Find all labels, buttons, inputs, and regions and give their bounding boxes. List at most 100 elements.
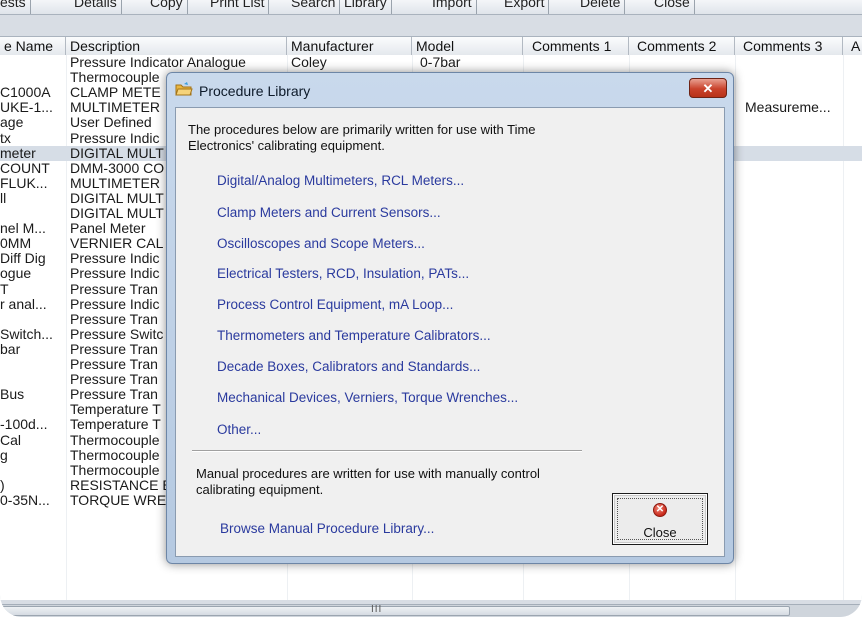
- col-header-name[interactable]: e Name: [0, 37, 66, 55]
- close-circle-icon: ✕: [653, 503, 667, 517]
- table-cell: [745, 206, 855, 221]
- table-cell: [745, 402, 855, 417]
- toolbar-export-button[interactable]: Export: [500, 0, 550, 14]
- table-cell: [745, 297, 855, 312]
- link-oscilloscopes[interactable]: Oscilloscopes and Scope Meters...: [217, 236, 425, 251]
- table-cell: meter: [0, 145, 36, 161]
- table-cell: [745, 191, 855, 206]
- table-cell: 0-7bar: [420, 55, 461, 70]
- dialog-title: Procedure Library: [199, 83, 311, 99]
- table-cell: tx: [0, 130, 11, 146]
- toolbar-delete-button[interactable]: Delete: [576, 0, 626, 14]
- table-cell: [0, 206, 62, 221]
- col-header-a[interactable]: A: [843, 37, 862, 55]
- table-header: e Name Description Manufacturer Model Co…: [0, 36, 862, 56]
- table-cell: [0, 55, 62, 70]
- col-header-comments-2[interactable]: Comments 2: [629, 37, 735, 55]
- toolbar-copy-button[interactable]: Copy: [146, 0, 188, 14]
- link-browse-manual-library[interactable]: Browse Manual Procedure Library...: [220, 521, 434, 536]
- table-cell: [745, 417, 855, 432]
- horizontal-scrollbar[interactable]: III: [0, 604, 862, 617]
- table-cell: [745, 115, 855, 130]
- col-header-manufacturer[interactable]: Manufacturer: [287, 37, 412, 55]
- link-thermometers[interactable]: Thermometers and Temperature Calibrators…: [217, 328, 491, 343]
- col-header-comments-3[interactable]: Comments 3: [735, 37, 843, 55]
- dialog-titlebar[interactable]: Procedure Library ✕: [167, 73, 733, 107]
- link-clamp-meters[interactable]: Clamp Meters and Current Sensors...: [217, 205, 441, 220]
- table-cell: [745, 266, 855, 281]
- link-decade-boxes[interactable]: Decade Boxes, Calibrators and Standards.…: [217, 359, 480, 374]
- col-header-description[interactable]: Description: [66, 37, 287, 55]
- toolbar-details-button[interactable]: Details: [70, 0, 122, 14]
- table-cell: [0, 70, 62, 85]
- table-cell: [745, 251, 855, 266]
- close-icon: ✕: [702, 81, 714, 96]
- table-cell: [745, 85, 855, 100]
- scrollbar-thumb[interactable]: III: [0, 604, 790, 616]
- table-cell: [745, 342, 855, 357]
- table-cell: [745, 448, 855, 463]
- col-header-comments-1[interactable]: Comments 1: [523, 37, 629, 55]
- col-header-model[interactable]: Model: [412, 37, 523, 55]
- toolbar-library-button[interactable]: Library: [340, 0, 392, 14]
- table-cell: [745, 433, 855, 448]
- table-cell: ): [0, 477, 5, 493]
- toolbar-tests-button[interactable]: ests: [0, 0, 31, 14]
- table-cell: r anal...: [0, 296, 47, 312]
- table-cell: age: [0, 115, 24, 131]
- link-multimeters[interactable]: Digital/Analog Multimeters, RCL Meters..…: [217, 173, 464, 188]
- table-cell: [0, 463, 62, 478]
- toolbar-print-list-button[interactable]: Print List: [206, 0, 270, 14]
- link-electrical-testers[interactable]: Electrical Testers, RCD, Insulation, PAT…: [217, 266, 469, 281]
- table-cell: [745, 146, 855, 161]
- table-cell: nel M...: [0, 221, 46, 237]
- table-cell: [745, 478, 855, 493]
- table-cell: [0, 402, 62, 417]
- table-cell: [745, 70, 855, 85]
- app-window: ests Details Copy Print List Search Libr…: [0, 0, 862, 617]
- table-cell: [745, 176, 855, 191]
- toolbar-close-button[interactable]: Close: [650, 0, 695, 14]
- table-cell: FLUK...: [0, 175, 48, 191]
- table-cell: [632, 55, 732, 70]
- table-cell: bar: [0, 341, 21, 357]
- procedure-library-dialog: Procedure Library ✕ The procedures below…: [166, 72, 734, 564]
- toolbar-import-button[interactable]: Import: [428, 0, 477, 14]
- table-cell: [745, 372, 855, 387]
- table-cell: Switch...: [0, 326, 53, 342]
- divider: [192, 450, 582, 452]
- link-other[interactable]: Other...: [217, 422, 261, 437]
- close-button[interactable]: ✕ Close: [612, 493, 708, 545]
- table-cell: ll: [0, 190, 7, 206]
- table-cell: Diff Dig: [0, 251, 46, 267]
- table-cell: [745, 493, 855, 508]
- table-cell: COUNT: [0, 160, 50, 176]
- table-cell: -100d...: [0, 417, 48, 433]
- table-cell: [745, 282, 855, 297]
- table-cell: [745, 221, 855, 236]
- dialog-body: The procedures below are primarily writt…: [175, 107, 725, 557]
- table-cell: g: [0, 447, 8, 463]
- table-row[interactable]: Pressure Indicator Analogue Coley 0-7bar: [0, 55, 862, 70]
- table-cell: [0, 312, 62, 327]
- table-cell: [526, 55, 626, 70]
- folder-icon: [175, 82, 193, 96]
- table-cell: Cal: [0, 432, 22, 448]
- table-cell: 0-35N...: [0, 492, 50, 508]
- dialog-close-x-button[interactable]: ✕: [689, 78, 727, 98]
- table-cell: [745, 131, 855, 146]
- close-button-label: Close: [643, 525, 677, 540]
- table-cell: [745, 387, 855, 402]
- link-mechanical-devices[interactable]: Mechanical Devices, Verniers, Torque Wre…: [217, 390, 518, 405]
- table-cell: UKE-1...: [0, 100, 53, 116]
- link-process-control[interactable]: Process Control Equipment, mA Loop...: [217, 297, 453, 312]
- toolbar: ests Details Copy Print List Search Libr…: [0, 0, 862, 15]
- table-cell: [745, 327, 855, 342]
- table-cell: [745, 357, 855, 372]
- table-cell: Measureme...: [745, 100, 831, 116]
- toolbar-search-button[interactable]: Search: [287, 0, 341, 14]
- table-cell: C1000A: [0, 85, 51, 101]
- table-cell: [745, 463, 855, 478]
- table-cell: T: [0, 281, 9, 297]
- table-cell: [745, 236, 855, 251]
